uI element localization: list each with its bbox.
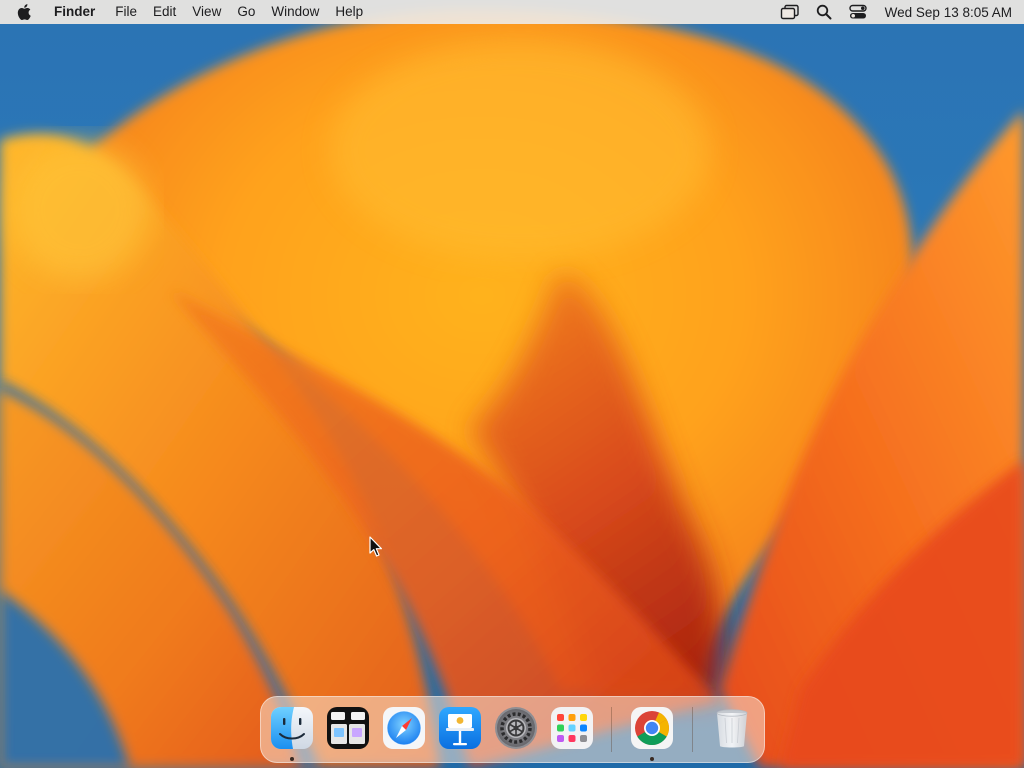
finder-icon — [271, 707, 313, 749]
trash-icon — [716, 709, 748, 748]
dock-trash[interactable] — [709, 705, 755, 751]
screen-mirroring-icon[interactable] — [773, 0, 807, 24]
dock-safari[interactable] — [381, 705, 427, 751]
menu-bar: Finder File Edit View Go Window Help Wed… — [0, 0, 1024, 24]
mission-control-icon — [327, 707, 369, 749]
menu-go[interactable]: Go — [229, 0, 263, 24]
safari-icon — [383, 707, 425, 749]
dock — [260, 696, 765, 763]
dock-separator — [692, 707, 693, 752]
apple-menu-icon[interactable] — [14, 0, 36, 24]
dock-mission-control[interactable] — [325, 705, 371, 751]
menu-app-name[interactable]: Finder — [46, 0, 107, 24]
menu-window[interactable]: Window — [263, 0, 327, 24]
desktop-wallpaper — [0, 0, 1024, 768]
menu-help[interactable]: Help — [327, 0, 371, 24]
dock-finder[interactable] — [269, 705, 315, 751]
chrome-running-indicator — [650, 757, 654, 761]
mouse-pointer-icon — [369, 536, 383, 558]
menu-view[interactable]: View — [184, 0, 229, 24]
dock-launchpad[interactable] — [549, 705, 595, 751]
keynote-icon — [439, 707, 481, 749]
wallpaper-petals — [0, 10, 1024, 768]
system-settings-icon — [495, 707, 537, 749]
control-center-icon[interactable] — [841, 0, 875, 24]
menu-bar-clock[interactable]: Wed Sep 13 8:05 AM — [885, 5, 1012, 20]
launchpad-icon — [551, 707, 593, 749]
finder-running-indicator — [290, 757, 294, 761]
dock-system-settings[interactable] — [493, 705, 539, 751]
menu-file[interactable]: File — [107, 0, 145, 24]
dock-chrome[interactable] — [629, 705, 675, 751]
dock-keynote[interactable] — [437, 705, 483, 751]
chrome-icon — [631, 707, 673, 749]
menu-edit[interactable]: Edit — [145, 0, 184, 24]
dock-separator — [611, 707, 612, 752]
spotlight-search-icon[interactable] — [807, 0, 841, 24]
